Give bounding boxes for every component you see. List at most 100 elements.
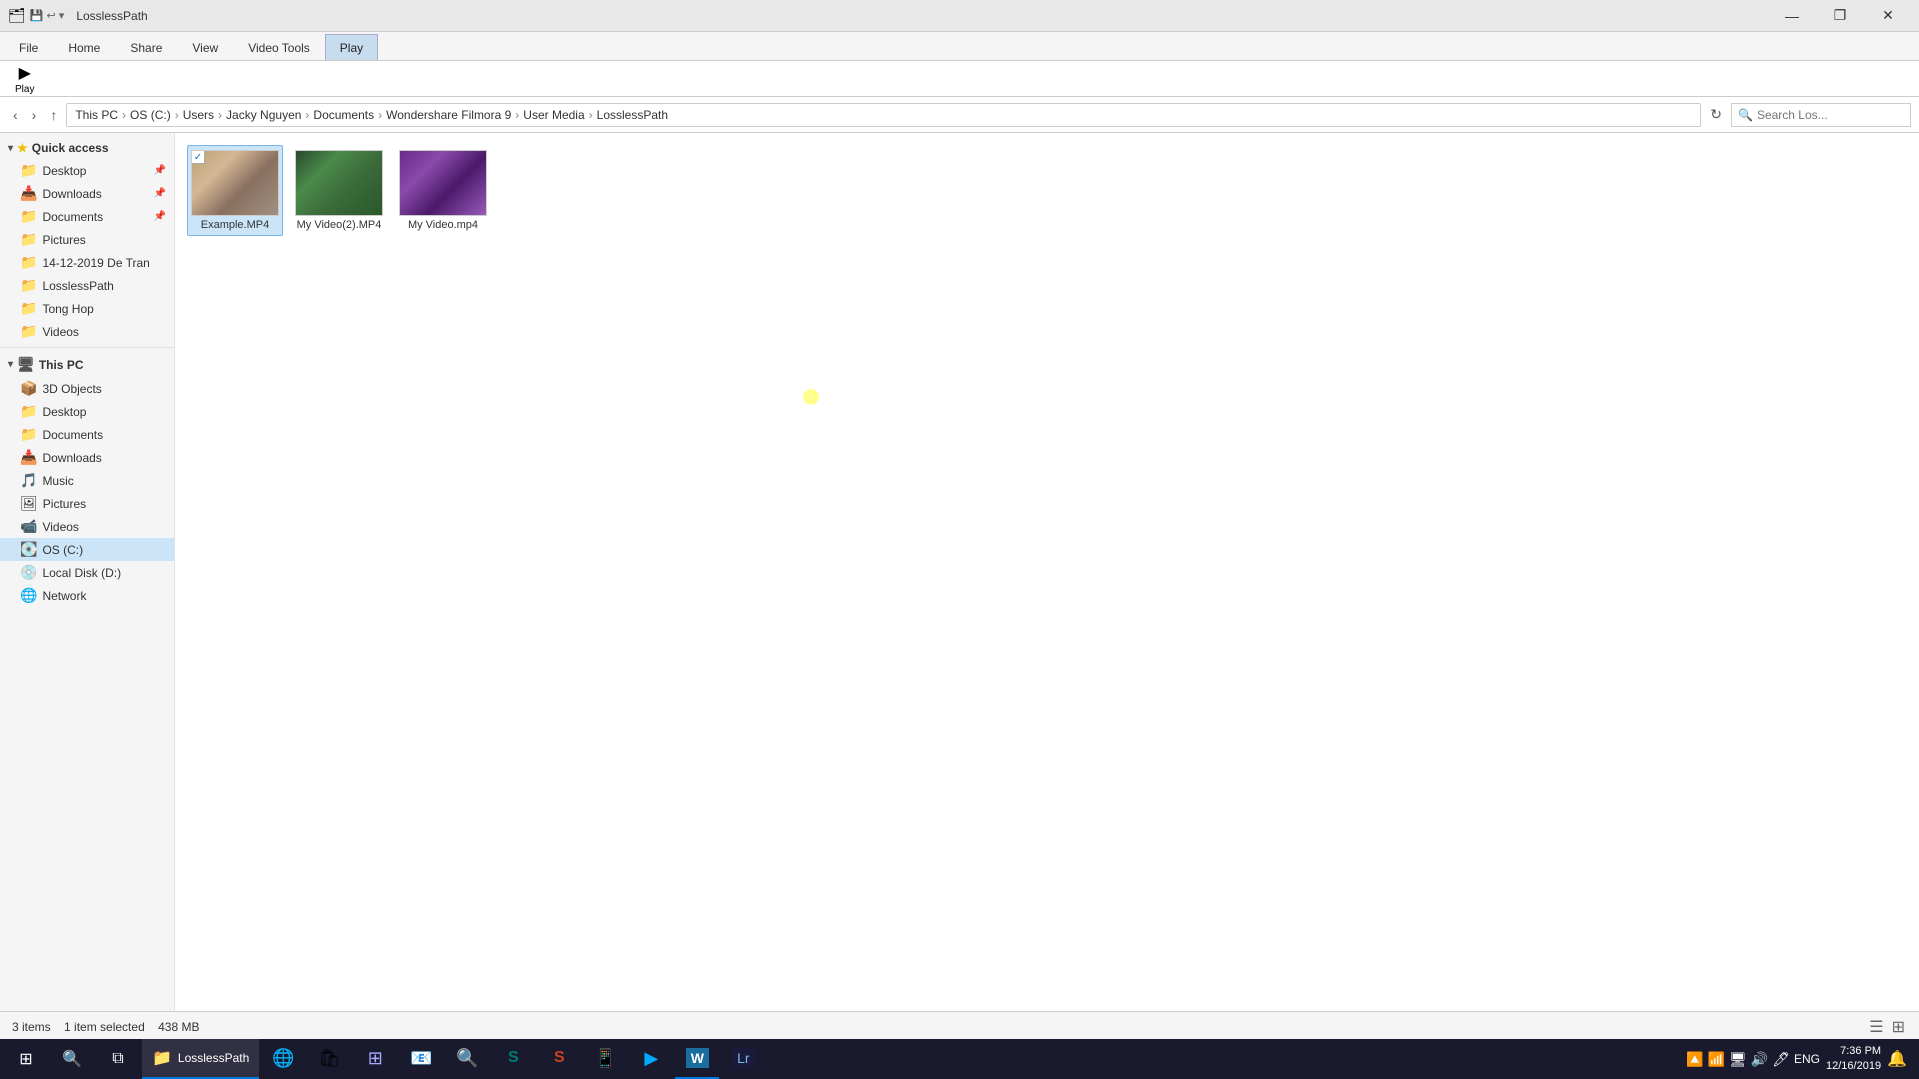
- sidebar-item-documents-pc[interactable]: 📁 Documents: [0, 423, 174, 446]
- close-button[interactable]: ✕: [1865, 0, 1911, 32]
- status-right: ☰ ⊞: [1867, 1015, 1907, 1039]
- ribbon-play-button[interactable]: ▶ Play: [8, 60, 41, 98]
- taskbar-app-store[interactable]: 🛍: [307, 1039, 351, 1079]
- phone-icon: 📱: [594, 1048, 616, 1069]
- folder-icon: 📁: [20, 254, 37, 271]
- minimize-button[interactable]: —: [1769, 0, 1815, 32]
- path-user[interactable]: Jacky Nguyen: [226, 108, 301, 122]
- quick-access-chevron-icon: ▾: [8, 143, 13, 154]
- sidebar-item-pictures-pc[interactable]: 🖼 Pictures: [0, 492, 174, 515]
- tray-up-icon[interactable]: 🔼: [1686, 1051, 1703, 1068]
- taskbar-app-lr[interactable]: Lr: [721, 1039, 765, 1079]
- file-thumbnail-video2: [295, 150, 383, 216]
- folder-icon: 📁: [20, 277, 37, 294]
- play-icon: ▶: [19, 63, 31, 83]
- sidebar-item-desktop-qa[interactable]: 📁 Desktop 📌: [0, 159, 174, 182]
- tab-share[interactable]: Share: [115, 34, 177, 60]
- sidebar-item-label: OS (C:): [42, 543, 83, 557]
- tray-wifi-icon[interactable]: 📶: [1708, 1051, 1725, 1068]
- address-path[interactable]: This PC › OS (C:) › Users › Jacky Nguyen…: [66, 103, 1701, 127]
- tab-home[interactable]: Home: [53, 34, 115, 60]
- tray-monitor-icon[interactable]: 🖥: [1729, 1051, 1747, 1068]
- sidebar-item-tonghop[interactable]: 📁 Tong Hop: [0, 297, 174, 320]
- 3d-folder-icon: 📦: [20, 380, 37, 397]
- search-input[interactable]: [1757, 108, 1897, 122]
- tab-videotools[interactable]: Video Tools: [233, 34, 325, 60]
- taskbar-app-phone[interactable]: 📱: [583, 1039, 627, 1079]
- tile-view-button[interactable]: ⊞: [1890, 1015, 1907, 1039]
- back-button[interactable]: ‹: [8, 104, 23, 126]
- list-view-button[interactable]: ☰: [1867, 1015, 1885, 1039]
- taskbar-app-search2[interactable]: 🔍: [445, 1039, 489, 1079]
- taskbar-app-apps[interactable]: ⊞: [353, 1039, 397, 1079]
- up-button[interactable]: ↑: [45, 104, 62, 126]
- path-osc[interactable]: OS (C:): [130, 108, 171, 122]
- path-thispc[interactable]: This PC: [75, 108, 118, 122]
- quick-access-header[interactable]: ▾ ★ Quick access: [0, 137, 174, 159]
- path-users[interactable]: Users: [183, 108, 214, 122]
- drive-icon: 💽: [20, 541, 37, 558]
- taskbar-app-slide[interactable]: S: [537, 1039, 581, 1079]
- file-item-video2[interactable]: My Video(2).MP4: [291, 145, 387, 236]
- videos-icon: 📹: [20, 518, 37, 535]
- refresh-button[interactable]: ↻: [1705, 103, 1727, 126]
- tab-view[interactable]: View: [177, 34, 233, 60]
- sidebar-item-detran[interactable]: 📁 14-12-2019 De Tran: [0, 251, 174, 274]
- sidebar-item-music[interactable]: 🎵 Music: [0, 469, 174, 492]
- sidebar-item-label: Music: [42, 474, 73, 488]
- taskbar-app-chrome[interactable]: 🌐: [261, 1039, 305, 1079]
- sidebar-item-label: Documents: [42, 210, 103, 224]
- sidebar-item-label: Documents: [42, 428, 103, 442]
- sidebar-item-osc[interactable]: 💽 OS (C:): [0, 538, 174, 561]
- sidebar-item-pictures-qa[interactable]: 📁 Pictures: [0, 228, 174, 251]
- tab-file[interactable]: File: [4, 34, 53, 60]
- file-item-myvideo[interactable]: My Video.mp4: [395, 145, 491, 236]
- taskbar-item-label: LosslessPath: [178, 1051, 249, 1065]
- path-losslesspath[interactable]: LosslessPath: [597, 108, 668, 122]
- forward-button[interactable]: ›: [27, 104, 42, 126]
- start-button[interactable]: ⊞: [4, 1039, 48, 1079]
- taskbar-app-filmora[interactable]: ▶: [629, 1039, 673, 1079]
- sidebar-item-3dobjects[interactable]: 📦 3D Objects: [0, 377, 174, 400]
- sidebar-item-network[interactable]: 🌐 Network: [0, 584, 174, 607]
- title-bar-left: 🗂 💾 ↩ ▾ LosslessPath: [8, 7, 148, 24]
- search-box[interactable]: 🔍: [1731, 103, 1911, 127]
- path-usermedia[interactable]: User Media: [523, 108, 584, 122]
- sidebar-item-label: Downloads: [42, 451, 101, 465]
- path-documents[interactable]: Documents: [313, 108, 374, 122]
- ribbon-content: ▶ Play: [0, 60, 1919, 96]
- path-filmora[interactable]: Wondershare Filmora 9: [386, 108, 511, 122]
- folder-icon: 📁: [20, 231, 37, 248]
- notification-icon[interactable]: 🔔: [1887, 1049, 1907, 1069]
- taskbar-app-sway[interactable]: S: [491, 1039, 535, 1079]
- taskview-button[interactable]: ⧉: [96, 1039, 140, 1079]
- tray-volume-icon[interactable]: 🔊: [1751, 1051, 1768, 1068]
- thispc-header[interactable]: ▾ 🖥 This PC: [0, 352, 174, 377]
- sidebar-item-losslesspath[interactable]: 📁 LosslessPath: [0, 274, 174, 297]
- sidebar-item-localdisk[interactable]: 💿 Local Disk (D:): [0, 561, 174, 584]
- ribbon-tabs: File Home Share View Video Tools Play: [0, 32, 1919, 60]
- search-button[interactable]: 🔍: [50, 1039, 94, 1079]
- sidebar-item-desktop-pc[interactable]: 📁 Desktop: [0, 400, 174, 423]
- sidebar-item-downloads-qa[interactable]: 📥 Downloads 📌: [0, 182, 174, 205]
- store-icon: 🛍: [318, 1048, 341, 1069]
- sidebar-item-videos-pc[interactable]: 📹 Videos: [0, 515, 174, 538]
- tray-pen-icon[interactable]: 🖊: [1772, 1051, 1790, 1068]
- file-thumbnail-myvideo: [399, 150, 487, 216]
- maximize-button[interactable]: ❐: [1817, 0, 1863, 32]
- main-layout: ▾ ★ Quick access 📁 Desktop 📌 📥 Downloads…: [0, 133, 1919, 1012]
- sidebar-item-documents-qa[interactable]: 📁 Documents 📌: [0, 205, 174, 228]
- tray-lang[interactable]: ENG: [1794, 1052, 1820, 1066]
- file-item-example[interactable]: ✓ Example.MP4: [187, 145, 283, 236]
- taskbar-clock[interactable]: 7:36 PM 12/16/2019: [1826, 1044, 1881, 1075]
- sidebar-item-downloads-pc[interactable]: 📥 Downloads: [0, 446, 174, 469]
- tab-play[interactable]: Play: [325, 34, 378, 60]
- thispc-chevron-icon: ▾: [8, 359, 13, 370]
- address-bar: ‹ › ↑ This PC › OS (C:) › Users › Jacky …: [0, 97, 1919, 133]
- network-icon: 🌐: [20, 587, 37, 604]
- taskbar-item-losslesspath[interactable]: 📁 LosslessPath: [142, 1039, 259, 1079]
- taskbar-app-filmora-active[interactable]: W: [675, 1039, 719, 1079]
- taskbar-app-mail[interactable]: 📧: [399, 1039, 443, 1079]
- file-content[interactable]: ✓ Example.MP4 My Video(2).MP4: [175, 133, 1919, 1012]
- sidebar-item-videos-qa[interactable]: 📁 Videos: [0, 320, 174, 343]
